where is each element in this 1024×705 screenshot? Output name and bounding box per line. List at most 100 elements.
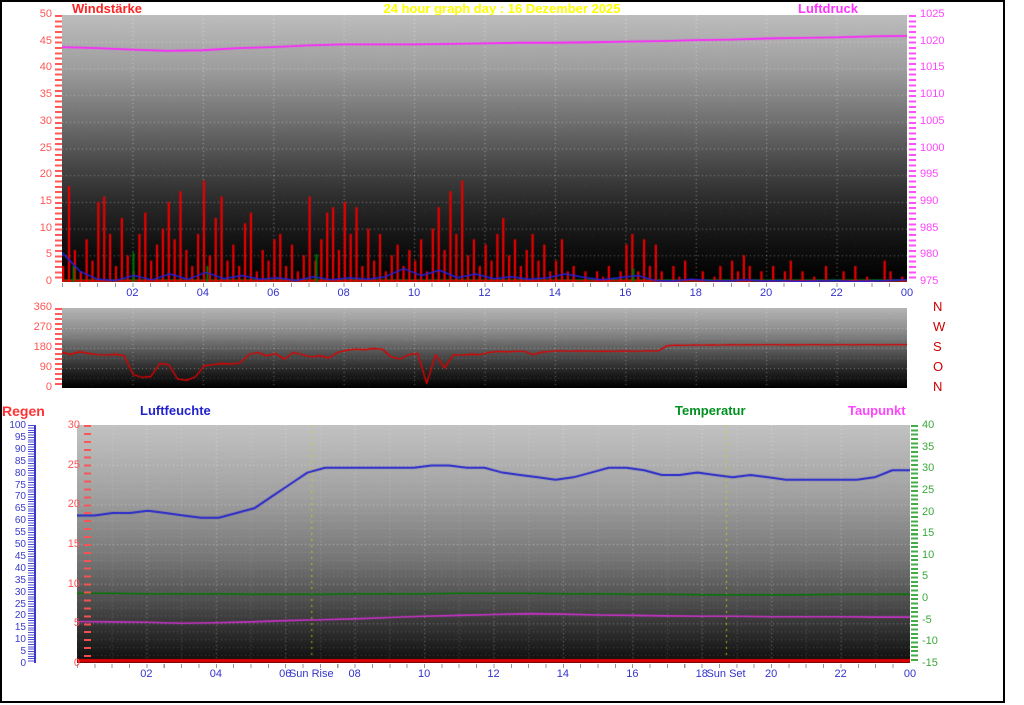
wind-axis-tick-marks — [55, 15, 62, 282]
sun-set-label: Sun Set — [700, 668, 752, 680]
humidity-axis-tick-label: 40 — [4, 563, 26, 575]
bottom-x-hour-label: 16 — [620, 668, 644, 680]
bottom-x-hour-label: 04 — [204, 668, 228, 680]
top-x-hour-label: 02 — [120, 287, 144, 299]
humidity-axis-tick-label: 35 — [4, 575, 26, 587]
rain-axis-tick-label: 15 — [58, 538, 80, 550]
rain-axis-tick-marks — [84, 425, 91, 663]
bottom-x-hour-label: 20 — [759, 668, 783, 680]
bottom-x-hour-label: 10 — [412, 668, 436, 680]
direction-axis-tick-label: 180 — [18, 341, 52, 353]
temp-axis-tick-label: 15 — [922, 527, 934, 539]
humidity-axis-tick-label: 25 — [4, 599, 26, 611]
pressure-axis-tick-marks — [909, 15, 916, 282]
wind-axis-tick-label: 30 — [18, 115, 52, 127]
wind-axis-tick-label: 50 — [18, 8, 52, 20]
temp-axis-tick-label: 0 — [922, 592, 928, 604]
wind-axis-tick-label: 0 — [18, 275, 52, 287]
top-x-hour-label: 18 — [684, 287, 708, 299]
temp-axis-tick-label: 30 — [922, 462, 934, 474]
direction-axis-tick-label: 90 — [18, 361, 52, 373]
bottom-x-hour-label: 08 — [343, 668, 367, 680]
temp-axis-tick-label: -15 — [922, 657, 938, 669]
temperature-label: Temperatur — [675, 403, 746, 418]
humidity-axis-tick-label: 80 — [4, 468, 26, 480]
humidity-axis-tick-label: 20 — [4, 610, 26, 622]
temp-axis-tick-label: -10 — [922, 635, 938, 647]
temp-axis-tick-label: 20 — [922, 506, 934, 518]
humidity-axis-tick-label: 95 — [4, 432, 26, 444]
pressure-label: Luftdruck — [798, 1, 858, 16]
wind-axis-tick-label: 25 — [18, 142, 52, 154]
top-x-hour-label: 12 — [473, 287, 497, 299]
humidity-axis-tick-label: 10 — [4, 634, 26, 646]
wind-axis-tick-label: 15 — [18, 195, 52, 207]
top-x-hour-label: 10 — [402, 287, 426, 299]
rain-axis-tick-label: 25 — [58, 459, 80, 471]
bottom-x-hour-label: 02 — [134, 668, 158, 680]
top-x-hour-label: 04 — [191, 287, 215, 299]
wind-pressure-chart-canvas — [62, 15, 907, 282]
humidity-axis-tick-label: 60 — [4, 515, 26, 527]
direction-axis-tick-marks — [55, 308, 62, 388]
bottom-x-hour-label: 12 — [482, 668, 506, 680]
wind-axis-tick-label: 45 — [18, 35, 52, 47]
humidity-axis-tick-label: 45 — [4, 551, 26, 563]
pressure-axis-tick-label: 980 — [920, 248, 938, 260]
temp-axis-tick-label: 25 — [922, 484, 934, 496]
rain-axis-tick-label: 10 — [58, 578, 80, 590]
humidity-axis-tick-label: 75 — [4, 480, 26, 492]
pressure-axis-tick-label: 1005 — [920, 115, 944, 127]
temp-axis-tick-label: 40 — [922, 419, 934, 431]
rain-label: Regen — [2, 403, 45, 419]
weather-24h-graph-page: Windstärke 24 hour graph day : 16 Dezemb… — [0, 0, 1024, 705]
compass-direction-label: N — [933, 381, 942, 393]
rain-axis-tick-label: 0 — [58, 657, 80, 669]
temp-axis-tick-marks — [911, 425, 918, 663]
humidity-axis-tick-label: 30 — [4, 587, 26, 599]
compass-direction-label: N — [933, 301, 942, 313]
bottom-x-hour-label: 14 — [551, 668, 575, 680]
compass-direction-label: W — [933, 321, 945, 333]
top-x-hour-label: 16 — [613, 287, 637, 299]
temp-axis-tick-label: -5 — [922, 614, 932, 626]
direction-axis-tick-label: 360 — [18, 301, 52, 313]
humidity-axis-tick-label: 100 — [4, 420, 26, 432]
top-x-hour-label: 00 — [895, 287, 919, 299]
humidity-axis-tick-label: 50 — [4, 539, 26, 551]
pressure-axis-tick-label: 1000 — [920, 142, 944, 154]
wind-axis-tick-label: 40 — [18, 61, 52, 73]
humidity-axis-tick-label: 55 — [4, 527, 26, 539]
humidity-axis-tick-marks — [28, 425, 36, 663]
top-x-hour-label: 14 — [543, 287, 567, 299]
direction-axis-tick-label: 0 — [18, 381, 52, 393]
top-x-hour-label: 20 — [754, 287, 778, 299]
dewpoint-label: Taupunkt — [848, 403, 906, 418]
bottom-x-hour-label: 00 — [898, 668, 922, 680]
humidity-temperature-chart-canvas — [77, 425, 910, 663]
rain-axis-tick-label: 5 — [58, 617, 80, 629]
rain-axis-tick-label: 30 — [58, 419, 80, 431]
direction-axis-tick-label: 270 — [18, 321, 52, 333]
humidity-axis-tick-label: 70 — [4, 491, 26, 503]
temp-axis-tick-label: 5 — [922, 570, 928, 582]
wind-axis-tick-label: 5 — [18, 248, 52, 260]
wind-axis-tick-label: 35 — [18, 88, 52, 100]
rain-axis-tick-label: 20 — [58, 498, 80, 510]
compass-direction-label: O — [933, 361, 943, 373]
pressure-axis-tick-label: 995 — [920, 168, 938, 180]
pressure-axis-tick-label: 1015 — [920, 61, 944, 73]
temp-axis-tick-label: 10 — [922, 549, 934, 561]
temp-axis-tick-label: 35 — [922, 441, 934, 453]
bottom-x-hour-label: 22 — [829, 668, 853, 680]
pressure-axis-tick-label: 985 — [920, 222, 938, 234]
pressure-axis-tick-label: 1010 — [920, 88, 944, 100]
compass-direction-label: S — [933, 341, 942, 353]
humidity-axis-tick-label: 5 — [4, 646, 26, 658]
humidity-axis-tick-label: 90 — [4, 444, 26, 456]
wind-direction-chart-canvas — [62, 308, 907, 388]
wind-axis-tick-label: 10 — [18, 222, 52, 234]
pressure-axis-tick-label: 1025 — [920, 8, 944, 20]
humidity-axis-tick-label: 0 — [4, 658, 26, 670]
top-x-hour-label: 08 — [332, 287, 356, 299]
